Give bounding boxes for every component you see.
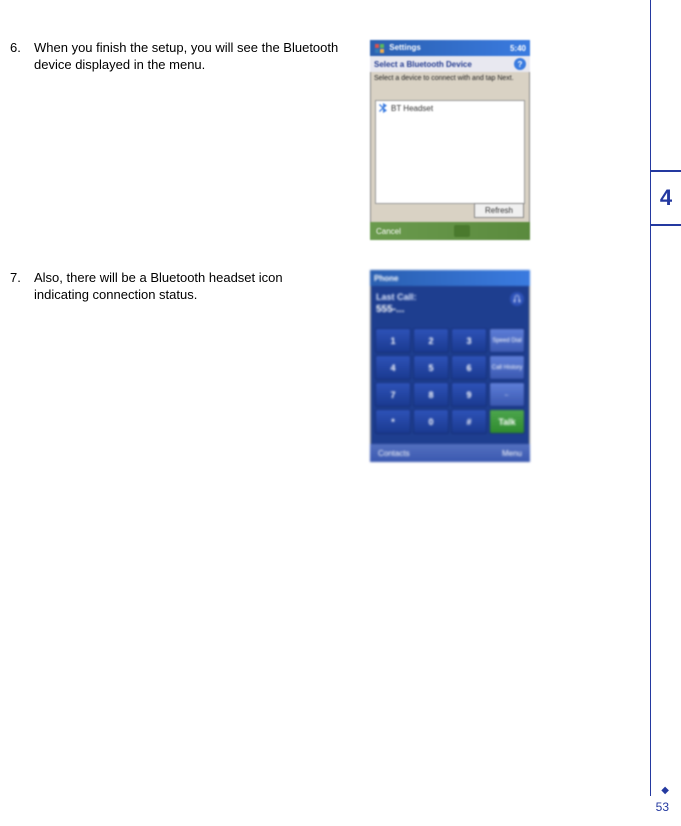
key-2[interactable]: 2 xyxy=(413,328,449,353)
step-7-row: 7. Also, there will be a Bluetooth heads… xyxy=(10,270,580,462)
sip-keyboard-icon[interactable] xyxy=(454,225,470,237)
page-number: 53 xyxy=(656,800,669,814)
device-list-item[interactable]: BT Headset xyxy=(376,101,524,115)
device-list[interactable]: BT Headset xyxy=(375,100,525,204)
title-left: Phone xyxy=(374,274,398,283)
page-content: 6. When you finish the setup, you will s… xyxy=(10,40,580,492)
softkey-left[interactable]: Contacts xyxy=(378,449,410,458)
footer-ornament-icon: ◆ xyxy=(656,785,669,796)
softkey-right[interactable]: Menu xyxy=(502,449,522,458)
step-7-body: Also, there will be a Bluetooth headset … xyxy=(34,270,370,304)
device-name-label: BT Headset xyxy=(391,104,433,113)
app-title: Phone xyxy=(374,274,398,283)
key-star[interactable]: * xyxy=(375,409,411,434)
page-footer: ◆ 53 xyxy=(656,785,669,816)
softkey-left[interactable]: Cancel xyxy=(376,227,401,236)
step-7-number: 7. xyxy=(10,270,34,287)
help-icon[interactable]: ? xyxy=(514,58,526,70)
step-6-body: When you finish the setup, you will see … xyxy=(34,40,370,74)
key-3[interactable]: 3 xyxy=(451,328,487,353)
windows-flag-icon xyxy=(374,43,384,53)
call-history-button[interactable]: Call History xyxy=(489,355,525,380)
key-9[interactable]: 9 xyxy=(451,382,487,407)
dialer-keypad: 1 2 3 Speed Dial 4 5 6 Call History 7 8 … xyxy=(375,328,525,434)
title-right: 5:40 xyxy=(510,44,526,53)
chapter-number: 4 xyxy=(660,185,672,211)
refresh-button[interactable]: Refresh xyxy=(474,203,524,218)
screenshot-bluetooth-settings: Settings 5:40 Select a Bluetooth Device … xyxy=(370,40,530,240)
title-left: Settings xyxy=(374,43,421,53)
wm-title-bar: Settings 5:40 xyxy=(370,40,530,56)
talk-button[interactable]: Talk xyxy=(489,409,525,434)
dialog-instruction: Select a device to connect with and tap … xyxy=(370,72,530,86)
speed-dial-button[interactable]: Speed Dial xyxy=(489,328,525,353)
key-0[interactable]: 0 xyxy=(413,409,449,434)
key-7[interactable]: 7 xyxy=(375,382,411,407)
margin-rule xyxy=(650,0,651,796)
wm-title-bar: Phone xyxy=(370,270,530,286)
key-6[interactable]: 6 xyxy=(451,355,487,380)
screenshot-phone-dialer: Phone Last Call: 555-... 1 2 3 Speed Dia… xyxy=(370,270,530,462)
last-call-number: 555-... xyxy=(370,304,530,319)
app-title: Settings xyxy=(389,43,421,52)
step-6-row: 6. When you finish the setup, you will s… xyxy=(10,40,580,240)
step-6-number: 6. xyxy=(10,40,34,57)
chapter-tab: 4 xyxy=(651,170,681,226)
bluetooth-headset-icon xyxy=(510,292,524,306)
backspace-button[interactable]: ← xyxy=(489,382,525,407)
key-4[interactable]: 4 xyxy=(375,355,411,380)
bluetooth-icon xyxy=(379,103,387,113)
softkey-bar: Cancel xyxy=(370,222,530,240)
dialog-subtitle-bar: Select a Bluetooth Device ? xyxy=(370,56,530,72)
key-8[interactable]: 8 xyxy=(413,382,449,407)
key-hash[interactable]: # xyxy=(451,409,487,434)
key-1[interactable]: 1 xyxy=(375,328,411,353)
softkey-bar: Contacts Menu xyxy=(370,444,530,462)
dialog-subtitle: Select a Bluetooth Device xyxy=(374,60,472,69)
step-7-text-block: 7. Also, there will be a Bluetooth heads… xyxy=(10,270,370,304)
step-6-text-block: 6. When you finish the setup, you will s… xyxy=(10,40,370,74)
key-5[interactable]: 5 xyxy=(413,355,449,380)
last-call-label: Last Call: xyxy=(370,286,530,304)
